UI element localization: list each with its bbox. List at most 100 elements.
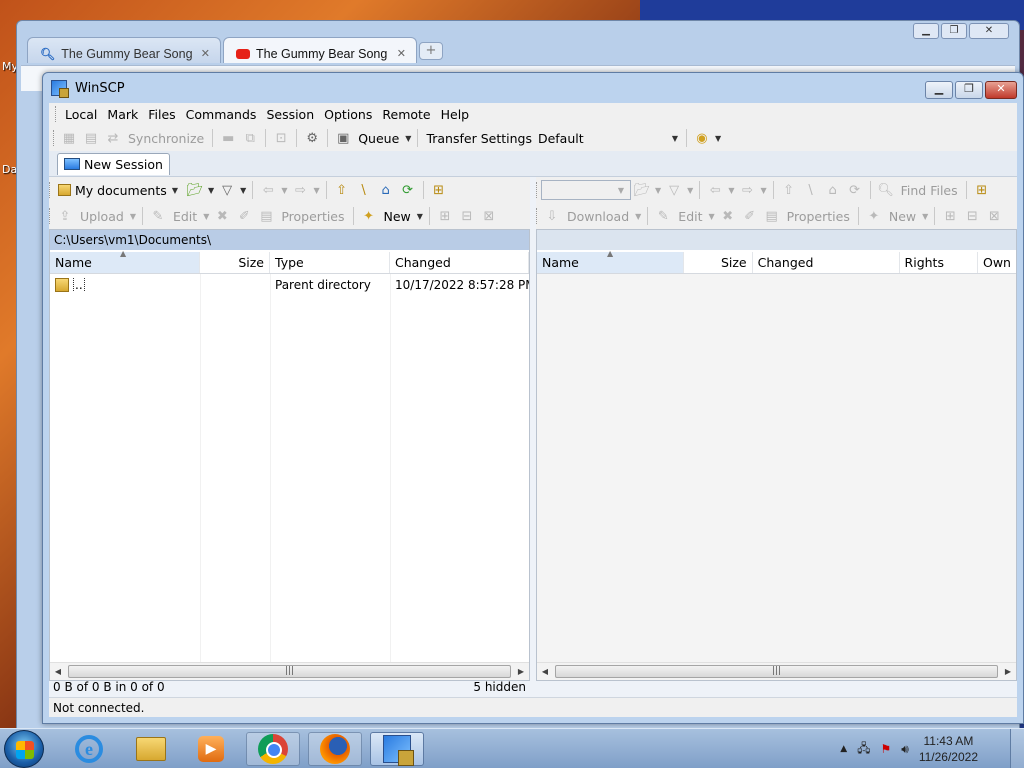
browser-tab-active[interactable]: The Gummy Bear Song - ... ✕ [223, 37, 417, 63]
local-path-bar[interactable]: C:\Users\vm1\Documents\ [50, 230, 529, 250]
menu-commands[interactable]: Commands [181, 107, 262, 122]
close-button[interactable]: ✕ [985, 81, 1017, 99]
upload-icon[interactable]: ⇪ [56, 208, 74, 224]
right-location-select[interactable]: ▼ [541, 180, 631, 200]
filter-icon[interactable]: ▽ [218, 182, 236, 198]
column-changed[interactable]: Changed [390, 252, 529, 273]
filter-select-icon[interactable]: ⊠ [480, 208, 498, 224]
chevron-down-icon[interactable]: ▼ [281, 186, 287, 195]
root-directory-icon[interactable]: \ [355, 182, 373, 198]
scroll-thumb[interactable]: ||| [68, 665, 511, 678]
chevron-down-icon[interactable]: ▼ [687, 186, 693, 195]
close-tab-icon[interactable]: ✕ [201, 47, 210, 60]
menu-local[interactable]: Local [60, 107, 102, 122]
volume-icon[interactable]: 🔊︎ [901, 742, 909, 757]
parent-directory-icon[interactable]: ⇧ [333, 182, 351, 198]
gear-icon[interactable]: ⚙ [303, 130, 321, 146]
parent-directory-icon[interactable]: ⇧ [780, 182, 798, 198]
menu-mark[interactable]: Mark [102, 107, 143, 122]
properties-button[interactable]: Properties [281, 209, 344, 224]
properties-icon[interactable]: ▤ [257, 208, 275, 224]
queue-button[interactable]: Queue [358, 131, 399, 146]
select-all-icon[interactable]: ⊞ [436, 208, 454, 224]
network-icon[interactable]: ◉ [693, 130, 711, 146]
new-folder-icon[interactable]: ✦ [865, 208, 883, 224]
back-icon[interactable]: ⇦ [259, 182, 277, 198]
scroll-right-icon[interactable]: ▶ [1000, 667, 1016, 676]
synchronize-button[interactable]: Synchronize [128, 131, 204, 146]
column-name[interactable]: Name ▲ [50, 249, 200, 273]
show-desktop-button[interactable] [1010, 729, 1024, 768]
chevron-down-icon[interactable]: ▼ [635, 212, 641, 221]
edit-button[interactable]: Edit [678, 209, 702, 224]
close-button[interactable]: ✕ [969, 23, 1009, 39]
transfer-settings-select[interactable]: Default ▼ [536, 128, 682, 148]
new-folder-icon[interactable]: ✦ [360, 208, 378, 224]
select-all-icon[interactable]: ⊞ [941, 208, 959, 224]
home-icon[interactable]: ⌂ [377, 182, 395, 198]
toolbar-grip[interactable] [49, 182, 52, 198]
refresh-icon[interactable]: ⟳ [399, 182, 417, 198]
new-button[interactable]: New [384, 209, 411, 224]
minimize-button[interactable]: ▁ [925, 81, 953, 99]
maximize-button[interactable]: ❐ [941, 23, 967, 39]
new-button[interactable]: New [889, 209, 916, 224]
find-files-button[interactable]: Find Files [901, 183, 958, 198]
scroll-left-icon[interactable]: ◀ [50, 667, 66, 676]
close-tab-icon[interactable]: ✕ [397, 47, 406, 60]
queue-icon[interactable]: ▣ [334, 130, 352, 146]
scroll-left-icon[interactable]: ◀ [537, 667, 553, 676]
menu-help[interactable]: Help [436, 107, 475, 122]
toolbar-grip[interactable] [55, 106, 58, 122]
network-icon[interactable]: 🖧︎ [857, 739, 870, 760]
chevron-down-icon[interactable]: ▼ [728, 186, 734, 195]
remote-horizontal-scrollbar[interactable]: ◀ ||| ▶ [537, 662, 1016, 680]
refresh-icon[interactable]: ⟳ [846, 182, 864, 198]
edit-button[interactable]: Edit [173, 209, 197, 224]
keep-up-to-date-icon[interactable]: ▤ [82, 130, 100, 146]
filter-select-icon[interactable]: ⊠ [985, 208, 1003, 224]
column-rights[interactable]: Rights [900, 252, 978, 273]
synchronize-icon[interactable]: ⇄ [104, 130, 122, 146]
properties-icon[interactable]: ▤ [763, 208, 781, 224]
chevron-down-icon[interactable]: ▼ [240, 186, 246, 195]
hidden-files-count[interactable]: 5 hidden [473, 680, 526, 694]
menu-files[interactable]: Files [143, 107, 180, 122]
tree-icon[interactable]: ⊞ [973, 182, 991, 198]
start-button[interactable] [4, 730, 44, 768]
new-session-tab[interactable]: New Session [57, 152, 170, 175]
minimize-button[interactable]: ▁ [913, 23, 939, 39]
putty-icon[interactable]: ⧉ [241, 130, 259, 146]
menu-options[interactable]: Options [319, 107, 377, 122]
chevron-down-icon[interactable]: ▼ [313, 186, 319, 195]
chevron-down-icon[interactable]: ▼ [760, 186, 766, 195]
rename-icon[interactable]: ✐ [235, 208, 253, 224]
table-row[interactable]: .. Parent directory 10/17/2022 8:57:28 P… [50, 274, 529, 296]
find-files-icon[interactable]: 🔍︎ [877, 182, 895, 198]
taskbar-media-player[interactable]: ▶ [184, 732, 238, 766]
winscp-titlebar[interactable]: WinSCP [43, 73, 1023, 103]
action-center-icon[interactable]: ⚑ [881, 742, 892, 756]
root-directory-icon[interactable]: \ [802, 182, 820, 198]
properties-button[interactable]: Properties [787, 209, 850, 224]
taskbar-winscp[interactable] [370, 732, 424, 766]
compare-directories-icon[interactable]: ▦ [60, 130, 78, 146]
filter-icon[interactable]: ▽ [665, 182, 683, 198]
toolbar-grip[interactable] [536, 182, 539, 198]
chevron-down-icon[interactable]: ▼ [922, 212, 928, 221]
chevron-down-icon[interactable]: ▼ [715, 134, 721, 143]
new-tab-button[interactable]: + [419, 42, 443, 60]
chevron-down-icon[interactable]: ▼ [417, 212, 423, 221]
chevron-down-icon[interactable]: ▼ [709, 212, 715, 221]
column-size[interactable]: Size [684, 252, 753, 273]
toolbar-grip[interactable] [536, 208, 539, 224]
column-size[interactable]: Size [200, 252, 270, 273]
chevron-down-icon[interactable]: ▼ [130, 212, 136, 221]
scroll-right-icon[interactable]: ▶ [513, 667, 529, 676]
home-icon[interactable]: ⌂ [824, 182, 842, 198]
chevron-down-icon[interactable]: ▼ [203, 212, 209, 221]
edit-icon[interactable]: ✎ [149, 208, 167, 224]
download-button[interactable]: Download [567, 209, 629, 224]
delete-icon[interactable]: ✖ [213, 208, 231, 224]
transfer-icon[interactable]: ⊡ [272, 130, 290, 146]
